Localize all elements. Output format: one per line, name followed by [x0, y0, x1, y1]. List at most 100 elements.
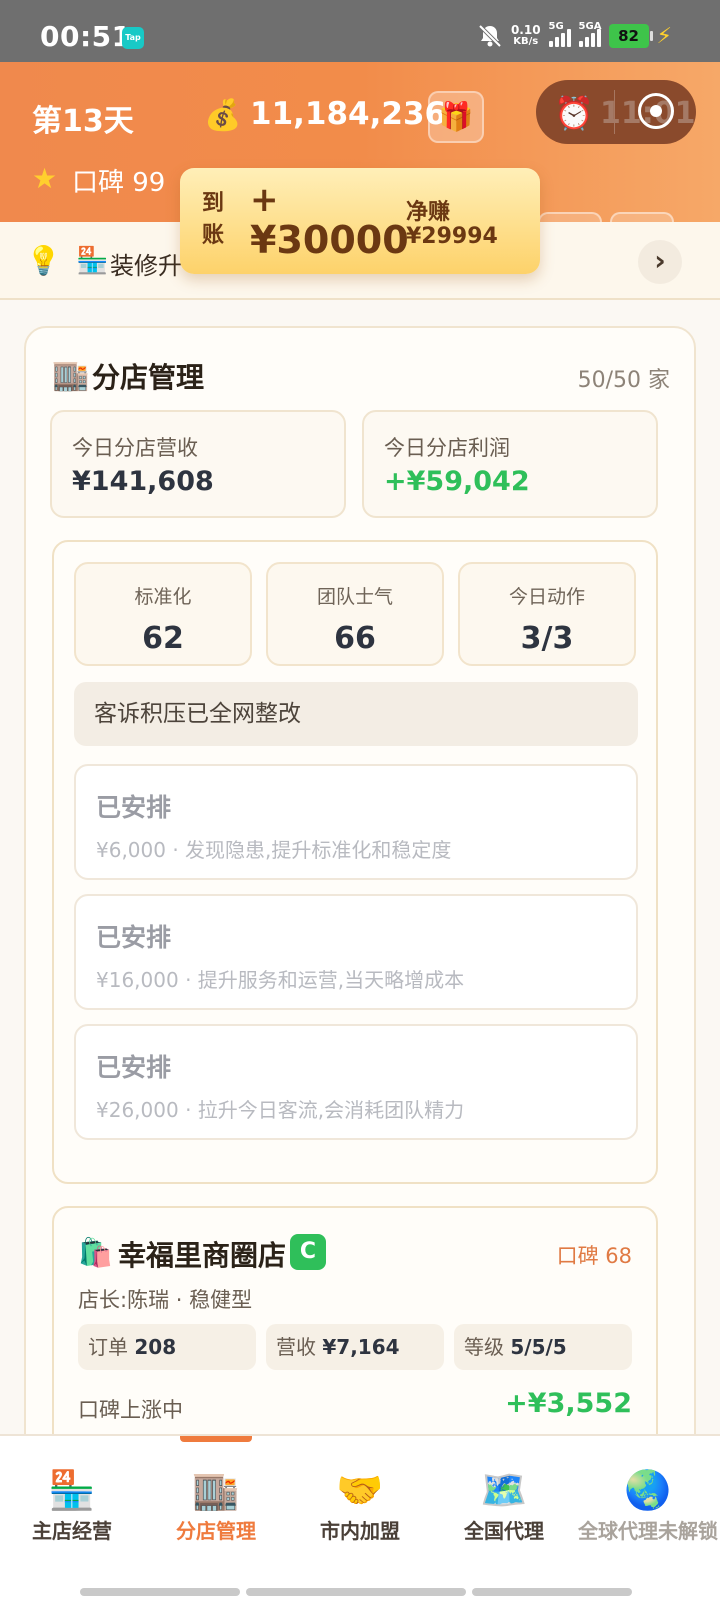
day-counter: 第13天 [32, 104, 134, 139]
orders-label: 订单 [88, 1335, 128, 1359]
metric-value: 3/3 [520, 621, 574, 656]
game-clock[interactable]: ⏰ 11:01 [536, 80, 696, 144]
nav-city-franchise[interactable]: 🤝 市内加盟 [288, 1466, 432, 1544]
metric-morale: 团队士气 66 [266, 562, 444, 666]
record-icon[interactable] [638, 93, 674, 129]
complaint-notice: 客诉积压已全网整改 [74, 682, 638, 746]
gesture-bar-segment [80, 1588, 240, 1596]
signal-5ga-icon: 5GA [578, 21, 601, 47]
orders-value: 208 [134, 1335, 177, 1359]
money-balance: 11,184,236 [250, 96, 447, 132]
store-profit: +¥3,552 [505, 1388, 632, 1419]
toast-amount: ¥30000 [250, 218, 409, 262]
level-label: 等级 [464, 1335, 504, 1359]
branch-operations-panel: 标准化 62 团队士气 66 今日动作 3/3 客诉积压已全网整改 已安排 ¥6… [52, 540, 658, 1184]
bottom-navigation: 🏪 主店经营 🏬 分店管理 🤝 市内加盟 🗺️ 全国代理 🌏 全球代理未解锁 [0, 1434, 720, 1600]
signal2-label: 5GA [578, 21, 602, 32]
revenue-value: ¥141,608 [72, 466, 214, 497]
metric-label: 标准化 [134, 586, 192, 608]
reputation-score: 口碑 99 [72, 168, 166, 198]
signal-5g-icon: 5G [548, 21, 571, 47]
toast-net-amount: ¥29994 [406, 224, 498, 249]
profit-label: 今日分店利润 [384, 436, 510, 460]
net-speed-unit: KB/s [513, 36, 539, 47]
convenience-store-icon: 🏪 [76, 246, 109, 276]
level-chip: 等级 5/5/5 [454, 1324, 632, 1370]
action-desc: ¥16,000 · 提升服务和运营,当天略增成本 [96, 968, 465, 992]
level-value: 5/5/5 [510, 1335, 567, 1359]
action-button-inspect[interactable]: 已安排 ¥6,000 · 发现隐患,提升标准化和稳定度 [74, 764, 638, 880]
profit-value: +¥59,042 [384, 466, 530, 497]
signal1-label: 5G [548, 21, 564, 32]
store-manager: 店长:陈瑞 · 稳健型 [78, 1288, 253, 1312]
office-building-icon: 🏬 [52, 358, 90, 393]
taptap-notification-icon: Tap [122, 27, 144, 49]
nav-branch-management[interactable]: 🏬 分店管理 [144, 1466, 288, 1544]
alarm-clock-icon: ⏰ [554, 94, 594, 132]
nav-label: 主店经营 [32, 1519, 112, 1543]
nav-global-agency[interactable]: 🌏 全球代理未解锁 [576, 1466, 720, 1544]
status-bar: 00:51 Tap 0.10 KB/s 5G 5GA 82 ⚡ [0, 0, 720, 62]
toast-arrive-label: 到账 [202, 191, 225, 248]
action-title: 已安排 [96, 793, 172, 822]
metric-value: 62 [142, 621, 184, 656]
toast-plus: + [250, 180, 279, 220]
status-indicators: 0.10 KB/s 5G 5GA 82 ⚡ [477, 21, 672, 50]
nav-national-agency[interactable]: 🗺️ 全国代理 [432, 1466, 576, 1544]
nav-label: 全球代理未解锁 [578, 1519, 718, 1543]
main-content[interactable]: 🏬 分店管理 50/50 家 今日分店营收 ¥141,608 今日分店利润 +¥… [0, 300, 720, 1434]
store-revenue-label: 营收 [276, 1335, 316, 1359]
card-title: 分店管理 [92, 361, 205, 394]
revenue-stat: 今日分店营收 ¥141,608 [50, 410, 346, 518]
net-speed-value: 0.10 [510, 23, 541, 37]
store-reputation: 口碑 68 [556, 1244, 632, 1268]
branch-store-card[interactable]: 🛍️ 幸福里商圈店 C 口碑 68 店长:陈瑞 · 稳健型 订单 208 营收 … [52, 1206, 658, 1434]
nav-main-store[interactable]: 🏪 主店经营 [0, 1466, 144, 1544]
action-title: 已安排 [96, 923, 172, 952]
store-name: 幸福里商圈店 [118, 1239, 287, 1272]
gesture-bar-segment [246, 1588, 466, 1596]
network-speed: 0.10 KB/s [511, 24, 541, 48]
gift-button[interactable]: 🎁 [428, 91, 484, 143]
money-bag-icon: 💰 [204, 98, 242, 133]
income-toast: 到账 + ¥30000 净赚 ¥29994 [180, 168, 540, 274]
branch-management-card: 🏬 分店管理 50/50 家 今日分店营收 ¥141,608 今日分店利润 +¥… [24, 326, 696, 1434]
metric-standardization: 标准化 62 [74, 562, 252, 666]
active-tab-indicator [180, 1436, 252, 1442]
tip-text: 装修升 [110, 252, 182, 280]
store-status: 口碑上涨中 [78, 1398, 183, 1422]
action-desc: ¥6,000 · 发现隐患,提升标准化和稳定度 [96, 838, 452, 862]
globe-icon: 🌏 [624, 1468, 672, 1512]
nav-label: 市内加盟 [320, 1519, 400, 1543]
profit-stat: 今日分店利润 +¥59,042 [362, 410, 658, 518]
action-desc: ¥26,000 · 拉升今日客流,会消耗团队精力 [96, 1098, 465, 1122]
office-building-icon: 🏬 [192, 1468, 240, 1512]
status-time: 00:51 [40, 20, 132, 53]
star-icon: ★ [32, 162, 58, 195]
battery-icon: 82 [608, 24, 653, 48]
lightbulb-icon: 💡 [26, 244, 61, 277]
toast-net-label: 净赚 [406, 200, 451, 225]
orders-chip: 订单 208 [78, 1324, 256, 1370]
metric-value: 66 [334, 621, 376, 656]
branch-count: 50/50 家 [577, 368, 670, 393]
gift-icon: 🎁 [438, 100, 474, 133]
mute-bell-icon [478, 24, 502, 48]
shopping-bags-icon: 🛍️ [78, 1236, 113, 1269]
charging-bolt-icon: ⚡ [656, 23, 672, 49]
action-button-service[interactable]: 已安排 ¥16,000 · 提升服务和运营,当天略增成本 [74, 894, 638, 1010]
world-map-icon: 🗺️ [480, 1468, 528, 1512]
nav-label: 分店管理 [176, 1519, 256, 1543]
revenue-chip: 营收 ¥7,164 [266, 1324, 444, 1370]
action-button-traffic[interactable]: 已安排 ¥26,000 · 拉升今日客流,会消耗团队精力 [74, 1024, 638, 1140]
metric-label: 今日动作 [508, 586, 585, 608]
revenue-label: 今日分店营收 [72, 436, 198, 460]
metric-actions: 今日动作 3/3 [458, 562, 636, 666]
store-revenue-value: ¥7,164 [322, 1335, 400, 1359]
action-title: 已安排 [96, 1053, 172, 1082]
store-grade-badge: C [290, 1234, 326, 1270]
nav-label: 全国代理 [464, 1519, 544, 1543]
gesture-bar-segment [472, 1588, 632, 1596]
chevron-right-icon[interactable]: › [638, 240, 682, 284]
handshake-icon: 🤝 [336, 1468, 384, 1512]
